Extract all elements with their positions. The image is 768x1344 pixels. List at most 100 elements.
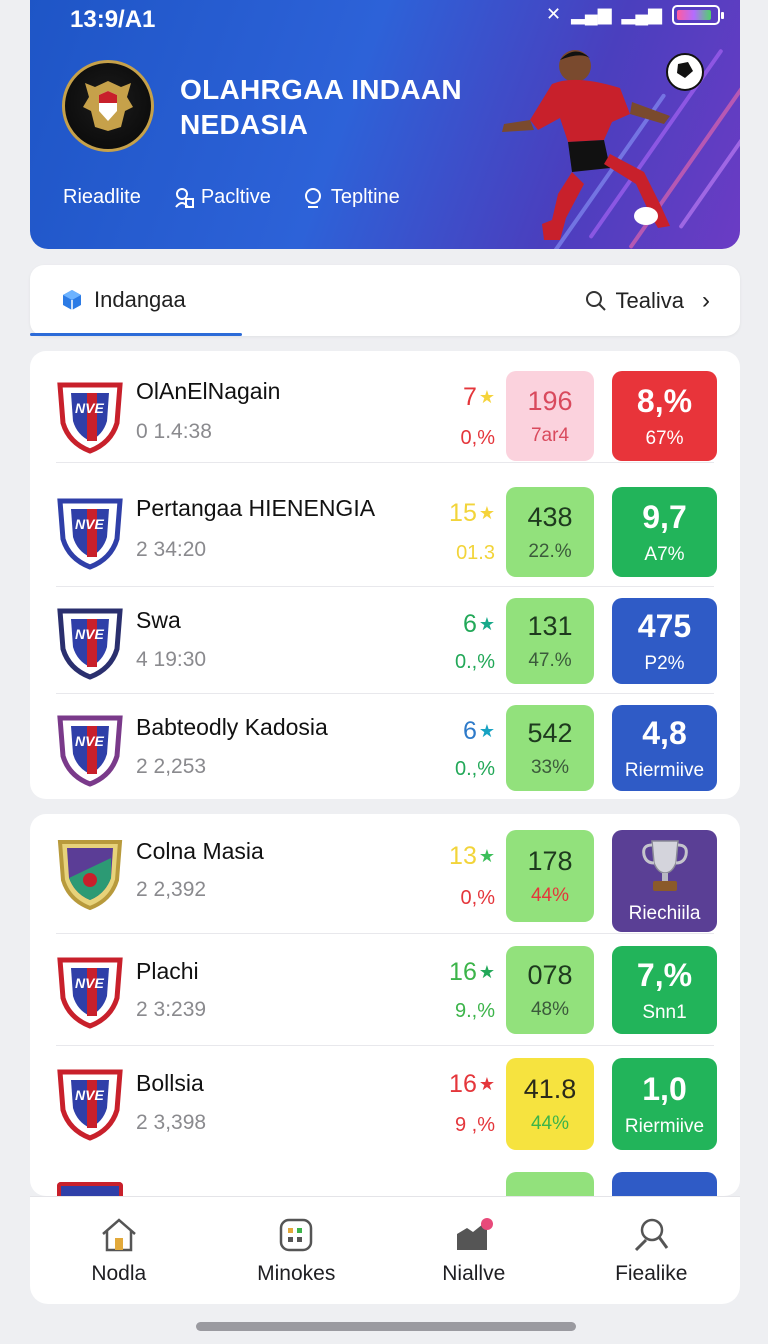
- nav-item-niallve[interactable]: Niallve: [399, 1216, 549, 1286]
- club-badge-icon: [57, 1182, 123, 1196]
- signal-icon: ▂▄▆: [571, 4, 612, 24]
- header-nav-item-rieadlite[interactable]: Rieadlite: [63, 186, 141, 209]
- stat-box[interactable]: 078 48%: [506, 946, 594, 1034]
- score-box[interactable]: 475 P2%: [612, 598, 717, 684]
- list-item[interactable]: NVE Pertangaa HIENENGIA 2 34:20 15 ★ 01.…: [30, 475, 740, 587]
- team-name: OlAnElNagain: [136, 378, 281, 404]
- notification-icon: [456, 1217, 493, 1250]
- list-item[interactable]: NVE Swa 4 19:30 6 ★ 0.,% 131 47.% 475 P2…: [30, 587, 740, 694]
- percent-value: 01.3: [456, 542, 495, 564]
- tab-label: Tealiva: [615, 288, 684, 313]
- nav-label: Fiealike: [615, 1261, 688, 1285]
- nav-label: Niallve: [442, 1261, 506, 1285]
- match-time: 2 3:239: [136, 998, 207, 1021]
- search-icon: [635, 1218, 669, 1251]
- percent-value: 9 ,%: [454, 1114, 495, 1136]
- club-badge-icon: NVE: [57, 382, 123, 454]
- stat-box[interactable]: 131 47.%: [506, 598, 594, 684]
- match-list-card: Colna Masia 2 2,392 13 ★ 0,% 178 44% Rie…: [30, 814, 740, 1196]
- star-icon: ★: [478, 614, 495, 634]
- nav-item-nodla[interactable]: Nodla: [44, 1216, 194, 1286]
- nav-label: Nodla: [91, 1261, 147, 1285]
- tab-tealiva[interactable]: Tealiva ›: [584, 287, 710, 315]
- percent-value: 0.,%: [454, 758, 495, 780]
- trophy-box[interactable]: Riechiila: [612, 830, 717, 932]
- tab-indangaa[interactable]: Indangaa: [60, 287, 186, 313]
- header-nav-item-tepltine[interactable]: Tepltine: [303, 186, 400, 209]
- score-box: [612, 1172, 717, 1196]
- active-tab-indicator: [30, 333, 242, 336]
- team-name: Swa: [136, 607, 181, 633]
- list-item[interactable]: Colna Masia 2 2,392 13 ★ 0,% 178 44% Rie…: [30, 814, 740, 934]
- rank-value: 6 ★: [463, 717, 495, 746]
- match-time: 2 3,398: [136, 1111, 207, 1134]
- svg-text:NVE: NVE: [75, 516, 104, 532]
- club-badge-icon: NVE: [57, 957, 123, 1029]
- status-icons: ✕ ▂▄▆ ▂▄▆: [546, 4, 724, 25]
- stat-box[interactable]: 438 22.%: [506, 487, 594, 577]
- list-item-partial[interactable]: [30, 1170, 740, 1196]
- score-box[interactable]: 9,7 A7%: [612, 487, 717, 577]
- score-sub: P2%: [644, 652, 685, 674]
- stat-sub: 22.%: [528, 540, 572, 562]
- federation-logo: [62, 60, 154, 152]
- score-box[interactable]: 1,0 Riermiive: [612, 1058, 717, 1150]
- match-time: 2 2,392: [136, 878, 207, 901]
- divider: [56, 462, 714, 463]
- tab-bar: Indangaa Tealiva ›: [30, 265, 740, 336]
- stat-box[interactable]: 41.8 44%: [506, 1058, 594, 1150]
- header-nav-item-pacltive[interactable]: Pacltive: [173, 186, 271, 209]
- team-name: Colna Masia: [136, 838, 264, 864]
- stat-sub: 33%: [530, 756, 570, 778]
- search-icon: [304, 187, 321, 208]
- rank-number: 15: [449, 499, 477, 527]
- score-box[interactable]: 4,8 Riermiive: [612, 705, 717, 791]
- score-value: 9,7: [642, 498, 687, 535]
- score-box[interactable]: 8,% 67%: [612, 371, 717, 461]
- header-nav-label: Tepltine: [330, 186, 400, 208]
- rank-value: 16 ★: [449, 958, 495, 987]
- svg-text:NVE: NVE: [75, 733, 104, 749]
- star-icon: ★: [478, 721, 495, 741]
- stat-box[interactable]: 196 7ar4: [506, 371, 594, 461]
- header-nav: Rieadlite Pacltive Tepltine: [63, 186, 400, 209]
- star-icon: ★: [478, 503, 495, 523]
- cube-icon: [63, 290, 81, 310]
- signal-off-icon: ✕: [546, 4, 562, 24]
- rank-number: 6: [462, 610, 477, 638]
- stat-box[interactable]: 542 33%: [506, 705, 594, 791]
- home-indicator[interactable]: [196, 1322, 576, 1331]
- title-line-1: OLAHRGAA INDAAN: [180, 74, 462, 105]
- list-item[interactable]: NVE OlAnElNagain 0 1.4:38 7 ★ 0,% 196 7a…: [30, 351, 740, 463]
- stat-value: 196: [527, 385, 573, 416]
- score-sub: A7%: [644, 543, 685, 565]
- list-item[interactable]: NVE Babteodly Kadosia 2 2,253 6 ★ 0.,% 5…: [30, 694, 740, 799]
- score-value: 4,8: [642, 714, 687, 751]
- stat-sub: 44%: [530, 884, 570, 906]
- score-box[interactable]: 7,% Snn1: [612, 946, 717, 1034]
- match-time: 2 2,253: [136, 755, 207, 778]
- nav-item-fiealike[interactable]: Fiealike: [576, 1216, 726, 1286]
- stat-value: 542: [527, 717, 573, 748]
- list-item[interactable]: NVE Plachi 2 3:239 16 ★ 9.,% 078 48% 7,%…: [30, 934, 740, 1046]
- rank-value: 16 ★: [449, 1070, 495, 1099]
- stat-box[interactable]: 178 44%: [506, 830, 594, 922]
- stat-sub: 47.%: [528, 649, 572, 671]
- header-nav-label: Pacltive: [200, 186, 271, 208]
- header-nav-label: Rieadlite: [63, 186, 141, 208]
- match-time: 2 34:20: [136, 538, 207, 561]
- stat-box: [506, 1172, 594, 1196]
- bottom-navigation: Nodla Minokes Niallve Fiealike: [30, 1196, 740, 1304]
- stat-value: 131: [527, 610, 573, 641]
- team-name: Babteodly Kadosia: [136, 714, 328, 740]
- club-badge-icon: [57, 840, 123, 911]
- club-badge-icon: NVE: [57, 1069, 123, 1141]
- football-player-illustration: [502, 50, 704, 240]
- star-icon: ★: [478, 962, 495, 982]
- svg-text:NVE: NVE: [75, 626, 104, 642]
- list-item[interactable]: NVE Bollsia 2 3,398 16 ★ 9 ,% 41.8 44% 1…: [30, 1046, 740, 1161]
- rank-value: 6 ★: [463, 610, 495, 639]
- stat-sub: 48%: [530, 998, 570, 1020]
- match-time: 0 1.4:38: [136, 420, 212, 443]
- nav-item-minokes[interactable]: Minokes: [221, 1216, 371, 1286]
